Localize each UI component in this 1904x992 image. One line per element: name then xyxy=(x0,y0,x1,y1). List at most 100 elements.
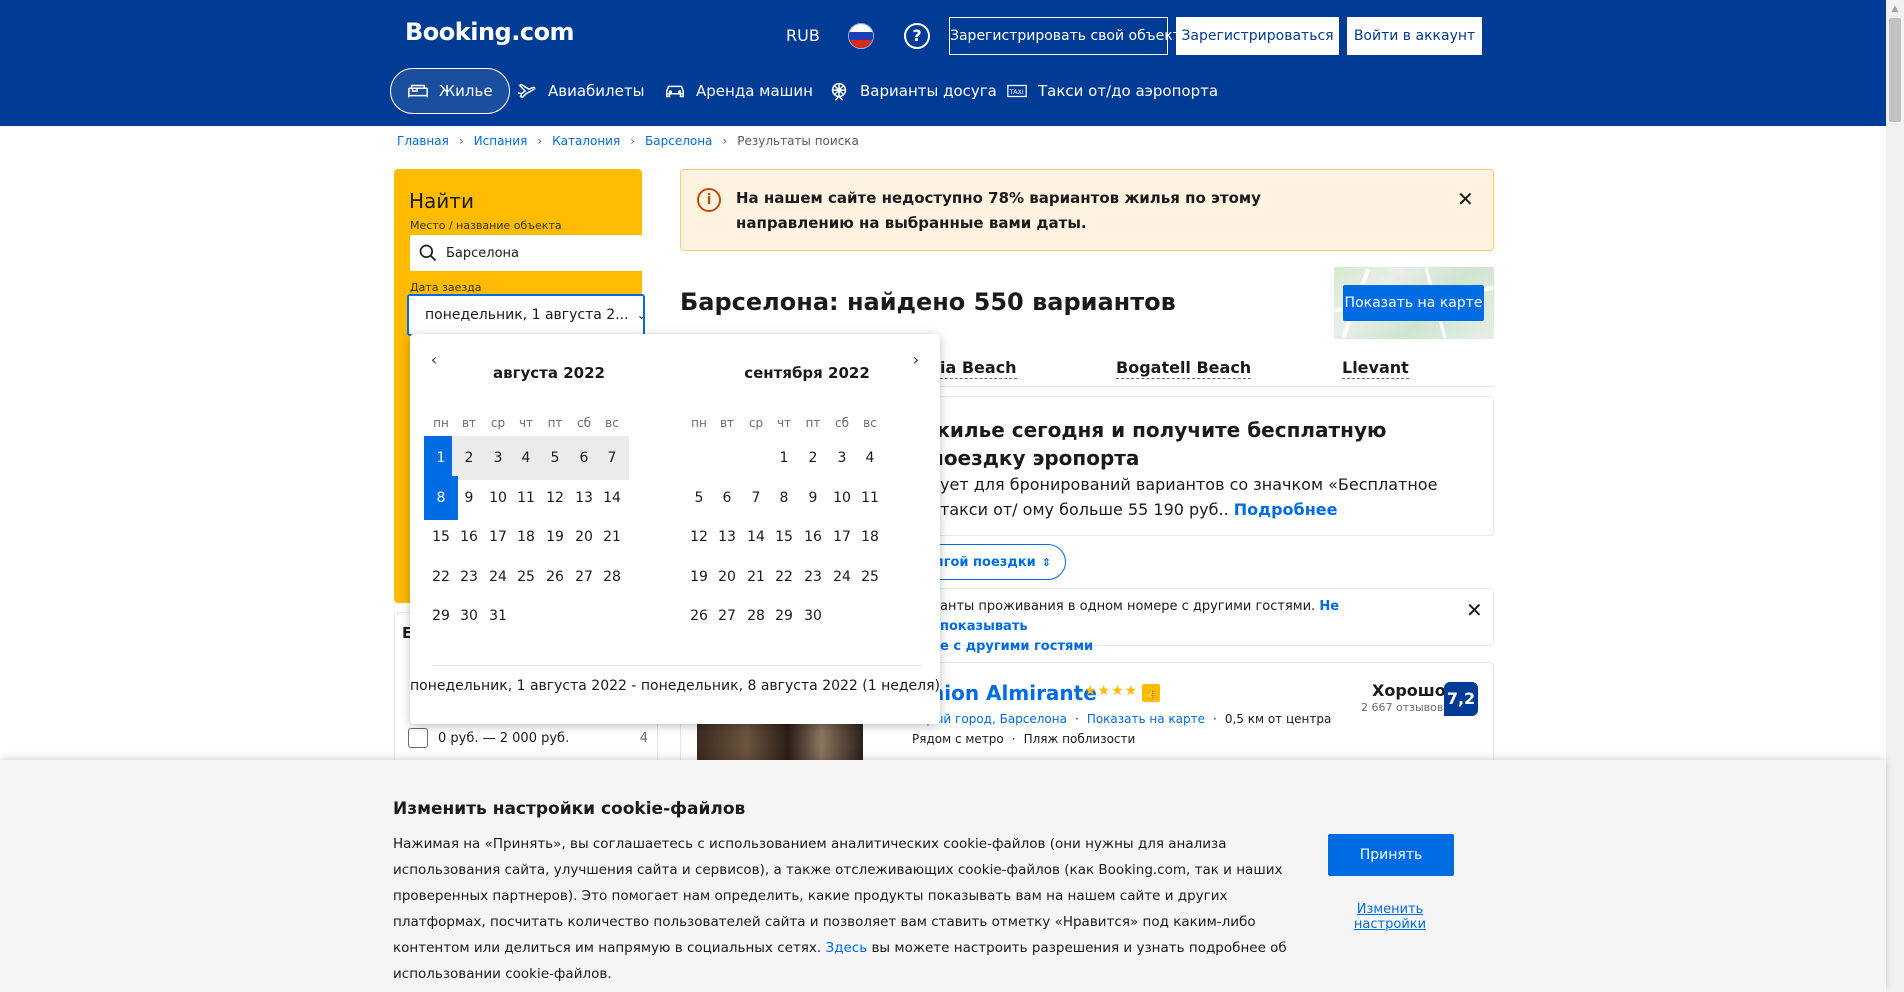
register-button[interactable]: Зарегистрироваться xyxy=(1176,17,1339,55)
list-property-button[interactable]: Зарегистрировать свой объект xyxy=(949,17,1181,55)
price-checkbox[interactable] xyxy=(408,728,428,748)
date-range-summary: понедельник, 1 августа 2022 - понедельни… xyxy=(410,678,940,694)
help-icon[interactable]: ? xyxy=(904,23,930,49)
tab-stays[interactable]: Жилье xyxy=(390,68,510,114)
scroll-up-arrow-icon[interactable]: ▲ xyxy=(1886,0,1904,18)
show-on-map-button[interactable]: Показать на карте xyxy=(1343,285,1484,321)
cookie-here-link[interactable]: Здесь xyxy=(826,940,868,956)
plane-icon xyxy=(517,83,536,99)
close-icon[interactable]: ✕ xyxy=(1466,598,1483,622)
attractions-icon xyxy=(831,82,847,101)
tab-car-rental-label: Аренда машин xyxy=(696,82,813,100)
sort-label: олгой поездки xyxy=(925,554,1036,570)
chevron-right-icon: › xyxy=(630,134,636,148)
price-option-label: 0 руб. — 2 000 руб. xyxy=(438,730,570,746)
calendar-day[interactable]: 28 xyxy=(595,555,629,599)
cookie-body: Нажимая на «Принять», вы соглашаетесь с … xyxy=(393,836,1283,956)
beach-link[interactable]: Bogatell Beach xyxy=(1116,358,1252,379)
shared-rooms-body: анты проживания в одном номере с другими… xyxy=(940,599,1316,614)
calendar-day[interactable]: 31 xyxy=(481,594,515,638)
property-tag: Пляж поблизости xyxy=(1023,732,1136,746)
tab-flights[interactable]: Авиабилеты xyxy=(500,68,660,114)
review-count: 2 667 отзывов xyxy=(1361,701,1444,714)
breadcrumb-barcelona[interactable]: Барселона xyxy=(645,134,712,148)
place-label: Место / название объекта xyxy=(410,219,562,232)
checkin-date-value: понедельник, 1 августа 2... xyxy=(425,307,629,323)
calendar-day[interactable]: 11 xyxy=(853,476,887,520)
review-label: Хорошо xyxy=(1372,681,1446,700)
calendar-day[interactable]: 7 xyxy=(595,436,629,480)
close-icon[interactable]: ✕ xyxy=(1457,187,1474,211)
breadcrumb-catalonia[interactable]: Каталония xyxy=(552,134,620,148)
beach-link[interactable]: ia Beach xyxy=(940,358,1017,379)
review-score-badge[interactable]: 7,2 xyxy=(1444,682,1478,716)
month-title: сентября 2022 xyxy=(744,364,870,382)
car-icon xyxy=(666,85,684,98)
calendar-day[interactable]: 14 xyxy=(595,476,629,520)
promo-more-link[interactable]: Подробнее xyxy=(1234,500,1338,519)
tab-car-rental[interactable]: Аренда машин xyxy=(648,68,829,114)
promo-title: жилье сегодня и получите бесплатную поез… xyxy=(930,418,1387,470)
price-option-count: 4 xyxy=(639,730,648,746)
chevron-right-icon: › xyxy=(458,134,464,148)
currency-selector[interactable]: RUB xyxy=(786,26,820,45)
info-icon: i xyxy=(697,188,721,212)
beach-link[interactable]: Llevant xyxy=(1342,358,1409,379)
tab-airport-taxi-label: Такси от/до аэропорта xyxy=(1038,82,1219,100)
dot-separator: · xyxy=(1074,712,1079,726)
sort-button[interactable]: олгой поездки ⇕ xyxy=(920,544,1066,580)
breadcrumb-spain[interactable]: Испания xyxy=(474,134,528,148)
property-tags: Рядом с метро · Пляж поблизости xyxy=(912,732,1135,746)
date-picker: ‹ › августа 2022 пн вт ср чт пт сб вс 1 2 3 4 5 6 7 8 9… xyxy=(410,334,940,724)
star-rating: ★★★★ xyxy=(1084,683,1139,699)
svg-text:TAXI: TAXI xyxy=(1009,88,1024,96)
thumbs-up-icon: 👍 xyxy=(1142,684,1160,702)
tab-airport-taxi[interactable]: TAXI Такси от/до аэропорта xyxy=(990,68,1234,114)
russia-flag-icon[interactable] xyxy=(848,23,874,49)
cookie-text: Нажимая на «Принять», вы соглашаетесь с … xyxy=(393,831,1293,987)
chevron-right-icon: › xyxy=(537,134,543,148)
promo-body: ует для бронирований вариантов со значко… xyxy=(940,475,1438,519)
breadcrumb-current: Результаты поиска xyxy=(737,134,859,148)
month-september: сентября 2022 пн вт ср чт пт сб вс 1 2 3 4 5 6 7 8 9 10 1… xyxy=(682,364,932,624)
scrollbar-thumb[interactable] xyxy=(1889,18,1901,122)
accept-cookies-button[interactable]: Принять xyxy=(1328,834,1454,876)
booking-logo[interactable]: Booking.com xyxy=(405,18,575,46)
alert-text: На нашем сайте недоступно 78% вариантов … xyxy=(736,189,1261,232)
search-icon xyxy=(419,244,437,262)
hide-shared-rooms-link-cont[interactable]: е с другими гостями xyxy=(940,639,1093,654)
weekday-label: вс xyxy=(863,416,877,430)
sign-in-button[interactable]: Войти в аккаунт xyxy=(1347,17,1482,55)
calendar-day[interactable]: 18 xyxy=(853,515,887,559)
scrollbar[interactable] xyxy=(1886,0,1904,992)
divider xyxy=(432,665,922,666)
breadcrumb: Главная › Испания › Каталония › Барселона › … xyxy=(397,134,859,148)
calendar-day[interactable]: 30 xyxy=(796,594,830,638)
calendar-day[interactable]: 25 xyxy=(853,555,887,599)
shared-rooms-text: анты проживания в одном номере с другими… xyxy=(940,597,1410,657)
dot-separator: · xyxy=(1213,712,1217,726)
calendar-day[interactable]: 4 xyxy=(853,436,887,480)
checkin-date-field[interactable]: 1 понедельник, 1 августа 2... ⌄ xyxy=(407,294,645,336)
breadcrumb-home[interactable]: Главная xyxy=(397,134,449,148)
month-august: августа 2022 пн вт ср чт пт сб вс 1 2 3 4 5 6 7 8 9 10 11… xyxy=(424,364,674,624)
sort-arrows-icon: ⇕ xyxy=(1041,555,1051,569)
tab-attractions[interactable]: Варианты досуга xyxy=(812,68,1013,114)
destination-input[interactable]: Барселона xyxy=(410,235,642,271)
month-title: августа 2022 xyxy=(493,364,605,382)
price-filter-option[interactable]: 0 руб. — 2 000 руб. 4 xyxy=(408,728,648,748)
property-map-link[interactable]: Показать на карте xyxy=(1087,712,1205,726)
cookie-settings-link[interactable]: Изменить настройки xyxy=(1340,902,1440,932)
property-distance: 0,5 км от центра xyxy=(1224,712,1332,726)
dot-separator: · xyxy=(1011,732,1016,746)
property-name[interactable]: nion Almirante xyxy=(930,681,1097,705)
tab-stays-label: Жилье xyxy=(439,82,493,100)
cookie-title: Изменить настройки cookie-файлов xyxy=(393,799,746,819)
tab-flights-label: Авиабилеты xyxy=(548,82,645,100)
destination-value: Барселона xyxy=(446,245,520,261)
calendar-day[interactable]: 21 xyxy=(595,515,629,559)
checkin-label: Дата заезда xyxy=(410,281,482,294)
tab-attractions-label: Варианты досуга xyxy=(860,82,997,100)
search-title: Найти xyxy=(409,189,474,213)
chevron-down-icon: ⌄ xyxy=(637,308,643,322)
